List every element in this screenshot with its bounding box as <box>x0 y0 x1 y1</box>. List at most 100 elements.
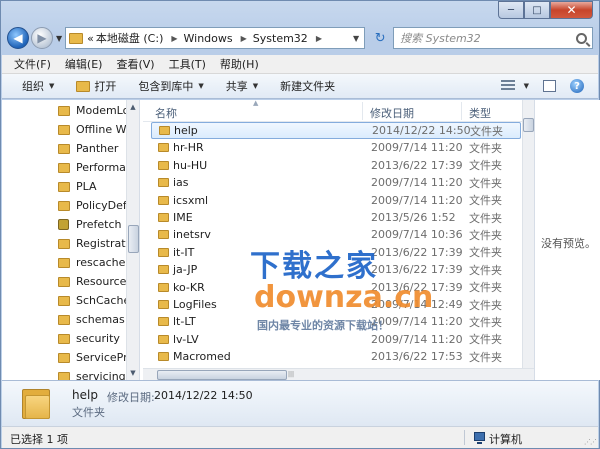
refresh-icon[interactable]: ↻ <box>369 27 391 49</box>
folder-icon <box>58 181 70 192</box>
history-dropdown-icon[interactable]: ▼ <box>56 34 62 43</box>
organize-label: 组织 <box>22 80 44 93</box>
breadcrumb-separator-icon[interactable]: ▶ <box>241 34 247 43</box>
open-button[interactable]: 打开 <box>76 78 116 94</box>
menu-help[interactable]: 帮助(H) <box>220 56 259 72</box>
help-icon[interactable]: ? <box>570 79 584 93</box>
column-divider[interactable] <box>461 102 462 120</box>
file-row[interactable]: ias 2009/7/14 11:20 文件夹 <box>151 174 521 191</box>
column-name[interactable]: 名称 <box>155 105 177 121</box>
tree-item-label: Prefetch <box>76 218 122 231</box>
file-date-modified: 2009/7/14 10:36 <box>371 228 463 242</box>
search-icon[interactable] <box>576 32 587 44</box>
scrollbar-thumb[interactable] <box>157 370 287 380</box>
file-row[interactable]: hu-HU 2013/6/22 17:39 文件夹 <box>151 157 521 174</box>
folder-icon <box>58 105 70 116</box>
tree-item-label: Performar <box>76 161 131 174</box>
menu-view[interactable]: 查看(V) <box>116 56 154 72</box>
breadcrumb-overflow[interactable]: « <box>87 32 94 45</box>
tree-item[interactable]: servicing <box>58 367 126 380</box>
scrollbar-thumb[interactable] <box>523 118 534 132</box>
view-controls: ▼ ? <box>500 79 584 93</box>
file-row[interactable]: help 2014/12/22 14:50 文件夹 <box>151 122 521 139</box>
tree-item[interactable]: Panther <box>58 139 118 158</box>
include-in-library-label: 包含到库中 <box>138 80 194 93</box>
watermark-title: 下载之家 <box>250 249 378 284</box>
horizontal-scrollbar[interactable]: ||| <box>143 368 534 380</box>
locked-folder-icon <box>58 219 69 230</box>
tree-item[interactable]: Resources <box>58 272 132 291</box>
tree-item[interactable]: schemas <box>58 310 125 329</box>
maximize-button[interactable]: □ <box>524 1 550 19</box>
file-row[interactable]: Macromed 2013/6/22 17:53 文件夹 <box>151 348 521 365</box>
column-divider[interactable] <box>362 102 363 120</box>
folder-icon <box>58 200 70 211</box>
share-button[interactable]: 共享 ▼ <box>226 78 258 94</box>
file-type: 文件夹 <box>469 211 502 225</box>
tree-item[interactable]: Registratio <box>58 234 135 253</box>
address-bar[interactable]: « 本地磁盘 (C:) ▶ Windows ▶ System32 ▶ ▼ <box>65 27 366 49</box>
folder-icon <box>58 124 70 135</box>
column-date-modified[interactable]: 修改日期 <box>370 105 414 121</box>
column-type[interactable]: 类型 <box>469 105 491 121</box>
file-date-modified: 2013/6/22 17:39 <box>371 245 463 259</box>
chevron-down-icon: ▼ <box>49 82 55 90</box>
new-folder-button[interactable]: 新建文件夹 <box>280 78 335 94</box>
search-input[interactable]: 搜索 System32 <box>400 30 481 46</box>
menu-tools[interactable]: 工具(T) <box>169 56 206 72</box>
chevron-down-icon[interactable]: ▼ <box>524 82 529 90</box>
tree-item[interactable]: Prefetch <box>58 215 121 234</box>
breadcrumb-separator-icon[interactable]: ▶ <box>316 34 322 43</box>
file-list-scrollbar[interactable] <box>522 100 534 380</box>
sort-ascending-icon: ▲ <box>253 100 259 107</box>
folder-icon <box>158 195 169 205</box>
breadcrumb-windows[interactable]: Windows <box>184 32 233 45</box>
scroll-up-icon[interactable]: ▲ <box>127 100 139 114</box>
tree-item[interactable]: rescache <box>58 253 125 272</box>
address-dropdown-icon[interactable]: ▼ <box>353 34 359 43</box>
forward-button[interactable]: ▶ <box>31 27 53 49</box>
file-row[interactable]: hr-HR 2009/7/14 11:20 文件夹 <box>151 139 521 156</box>
include-in-library-button[interactable]: 包含到库中 ▼ <box>138 78 203 94</box>
navigation-pane-scrollbar[interactable]: ▲ ▼ <box>126 100 139 380</box>
tree-item[interactable]: Offline We <box>58 120 133 139</box>
tree-item[interactable]: SchCache <box>58 291 130 310</box>
breadcrumb-system32[interactable]: System32 <box>253 32 308 45</box>
folder-icon <box>158 160 169 170</box>
tree-item-label: ServicePrc <box>76 351 134 364</box>
tree-item[interactable]: Performar <box>58 158 130 177</box>
organize-button[interactable]: 组织 ▼ <box>22 78 54 94</box>
close-button[interactable]: ✕ <box>550 1 593 19</box>
breadcrumb-separator-icon[interactable]: ▶ <box>171 34 177 43</box>
view-options-icon[interactable] <box>500 80 515 92</box>
folder-icon <box>58 238 70 249</box>
search-box[interactable]: 搜索 System32 <box>393 27 593 49</box>
tree-item[interactable]: ModemLo <box>58 101 129 120</box>
tree-item[interactable]: ServicePrc <box>58 348 133 367</box>
tree-item[interactable]: PLA <box>58 177 97 196</box>
breadcrumb-local-disk[interactable]: 本地磁盘 (C:) <box>96 30 163 46</box>
resize-grip-icon[interactable]: ⋰⋰ <box>584 438 597 446</box>
minimize-button[interactable]: ─ <box>498 1 524 19</box>
file-type: 文件夹 <box>469 298 502 312</box>
tree-item[interactable]: PolicyDefi <box>58 196 130 215</box>
preview-pane-icon[interactable] <box>543 80 556 92</box>
scrollbar-thumb[interactable] <box>128 225 139 253</box>
folder-icon <box>158 143 169 153</box>
folder-icon <box>158 352 169 362</box>
file-name: IME <box>173 211 193 224</box>
file-row[interactable]: lv-LV 2009/7/14 11:20 文件夹 <box>151 331 521 348</box>
file-row[interactable]: icsxml 2009/7/14 11:20 文件夹 <box>151 192 521 209</box>
scroll-down-icon[interactable]: ▼ <box>127 366 139 380</box>
file-row[interactable]: IME 2013/5/26 1:52 文件夹 <box>151 209 521 226</box>
folder-icon <box>158 317 169 327</box>
main-area: ModemLo Offline We Panther Performar PLA Poli… <box>2 100 600 380</box>
menu-file[interactable]: 文件(F) <box>14 56 51 72</box>
tree-item[interactable]: security <box>58 329 120 348</box>
preview-pane: 没有预览。 <box>534 100 600 380</box>
file-name: inetsrv <box>173 228 211 242</box>
command-bar: 组织 ▼ 打开 包含到库中 ▼ 共享 ▼ 新建文件夹 ▼ ? <box>2 74 598 99</box>
back-button[interactable]: ◀ <box>7 27 29 49</box>
menu-edit[interactable]: 编辑(E) <box>65 56 103 72</box>
file-name: ias <box>173 176 189 190</box>
